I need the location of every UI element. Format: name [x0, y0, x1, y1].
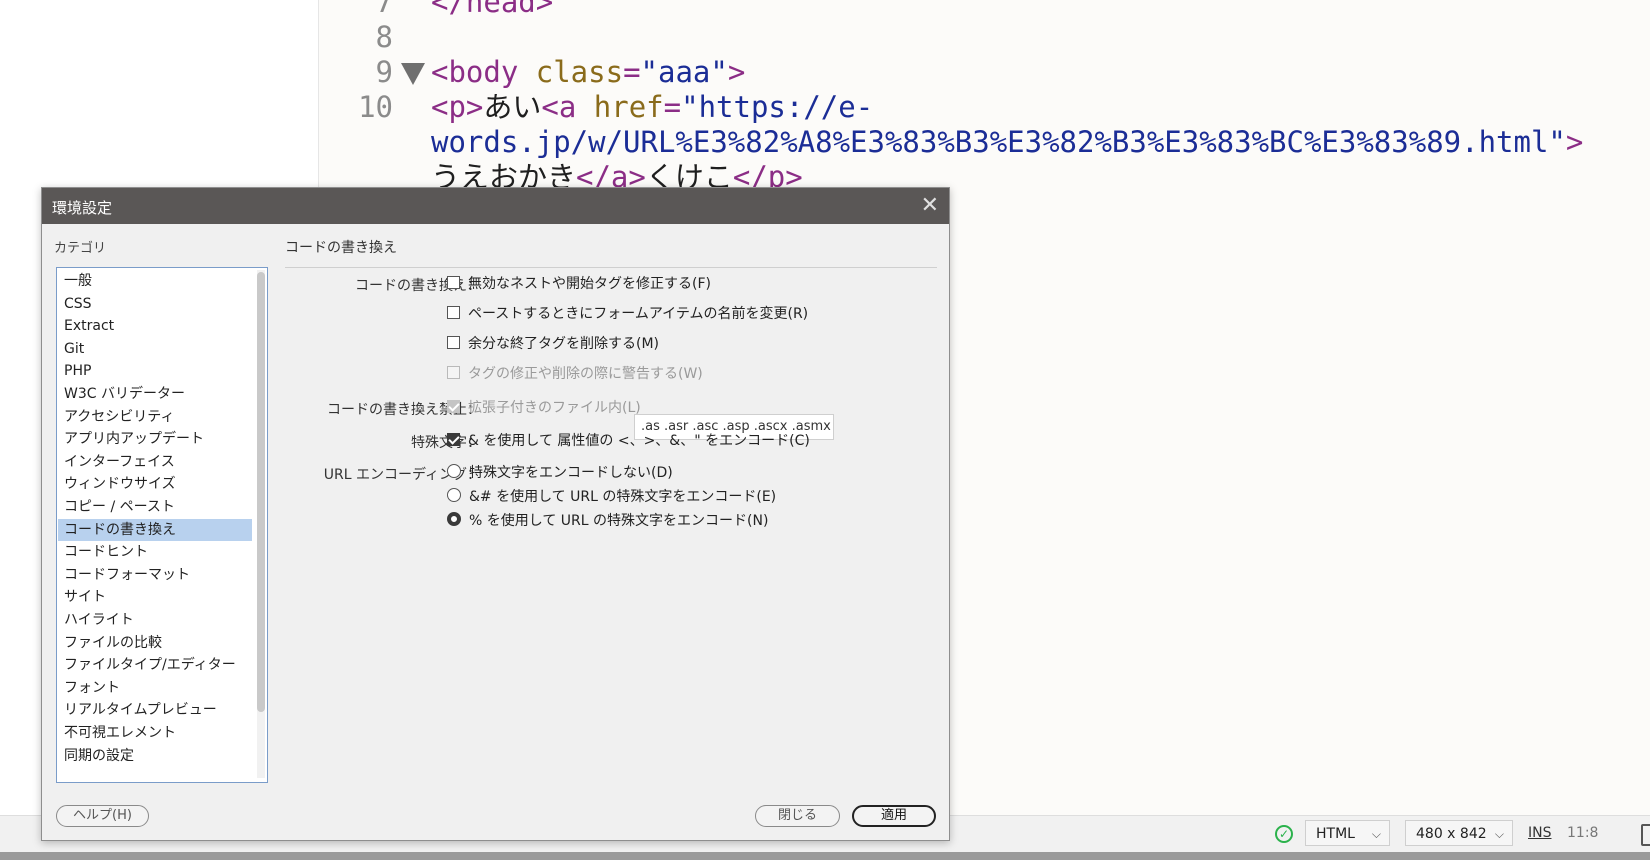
code-text: <p>あい<a href="https://e-: [431, 90, 873, 125]
code-token: >: [1565, 125, 1584, 159]
amp-encode-label: &# を使用して URL の特殊文字をエンコード(E): [469, 489, 777, 505]
chevron-down-icon: ⌵: [1494, 827, 1504, 841]
category-item[interactable]: インターフェイス: [58, 451, 252, 473]
rename-form-option[interactable]: ペーストするときにフォームアイテムの名前を変更(R): [447, 304, 808, 324]
amp-encode-radio[interactable]: [447, 488, 461, 502]
pct-encode-radio[interactable]: [447, 512, 461, 526]
category-item[interactable]: リアルタイムプレビュー: [58, 699, 252, 721]
category-list[interactable]: 一般 CSS Extract Git PHP W3C バリデーター アクセシビリティ アプリ内…: [56, 267, 268, 783]
code-token: "aaa": [640, 55, 728, 89]
category-item[interactable]: ファイルタイプ/エディター: [58, 654, 252, 676]
warn-option: タグの修正や削除の際に警告する(W): [447, 364, 703, 384]
preview-icon[interactable]: [1641, 824, 1650, 846]
line-number: 10: [358, 90, 393, 124]
window-size-value: 480 x 842: [1416, 826, 1487, 842]
category-item[interactable]: PHP: [58, 360, 252, 382]
category-item[interactable]: ファイルの比較: [58, 632, 252, 654]
code-token: words.jp/w/URL%E3%82%A8%E3%83%B3%E3%82%B…: [431, 125, 1566, 159]
category-item[interactable]: コードの書き換え: [58, 518, 252, 541]
bottom-edge: [0, 852, 1650, 860]
category-item[interactable]: 不可視エレメント: [58, 722, 252, 744]
category-scrollbar-thumb[interactable]: [257, 272, 265, 712]
preferences-dialog: 環境設定 ✕ カテゴリ 一般 CSS Extract Git PHP W3C バリデーター…: [41, 187, 950, 841]
code-token: =: [663, 90, 682, 124]
code-token: >: [727, 55, 746, 89]
section-divider: [285, 267, 937, 268]
insert-mode-toggle[interactable]: INS: [1528, 825, 1552, 841]
no-encode-option[interactable]: 特殊文字をエンコードしない(D): [447, 463, 673, 483]
rename-form-checkbox[interactable]: [447, 305, 460, 319]
category-item[interactable]: アクセシビリティ: [58, 406, 252, 428]
category-item[interactable]: 同期の設定: [58, 745, 252, 767]
category-item[interactable]: 一般: [58, 270, 252, 292]
apply-button[interactable]: 適用: [852, 805, 936, 827]
code-text: <body class="aaa">: [431, 55, 745, 90]
code-text: words.jp/w/URL%E3%82%A8%E3%83%B3%E3%82%B…: [431, 125, 1583, 160]
close-button[interactable]: 閉じる: [755, 805, 840, 827]
code-text: </head>: [431, 0, 553, 20]
fix-nesting-checkbox[interactable]: [447, 275, 460, 289]
encode-special-label: & を使用して 属性値の <、>、&、" をエンコード(C): [468, 433, 810, 449]
warn-label: タグの修正や削除の際に警告する(W): [468, 366, 703, 382]
encode-special-checkbox[interactable]: [447, 432, 460, 446]
window-size-select[interactable]: 480 x 842 ⌵: [1405, 820, 1513, 846]
help-button[interactable]: ヘルプ(H): [56, 805, 149, 827]
chevron-down-icon: ⌵: [1371, 827, 1381, 841]
fix-nesting-option[interactable]: 無効なネストや開始タグを修正する(F): [447, 274, 711, 294]
code-token: あい: [483, 90, 542, 124]
category-item[interactable]: W3C バリデーター: [58, 383, 252, 405]
no-encode-label: 特殊文字をエンコードしない(D): [469, 465, 673, 481]
category-item[interactable]: コードフォーマット: [58, 564, 252, 586]
rename-form-label: ペーストするときにフォームアイテムの名前を変更(R): [468, 306, 809, 322]
section-title: コードの書き換え: [285, 240, 397, 256]
check-ok-icon: ✓: [1275, 825, 1293, 843]
warn-checkbox: [447, 365, 460, 379]
code-token: <body: [431, 55, 536, 89]
category-item[interactable]: フォント: [58, 677, 252, 699]
code-token: "https://e-: [681, 90, 874, 124]
category-item[interactable]: サイト: [58, 586, 252, 608]
amp-encode-option[interactable]: &# を使用して URL の特殊文字をエンコード(E): [447, 487, 776, 507]
category-item[interactable]: アプリ内アップデート: [58, 428, 252, 450]
cursor-position: 11:8: [1567, 825, 1599, 841]
code-token: <a: [541, 90, 594, 124]
no-encode-radio[interactable]: [447, 464, 461, 478]
category-item[interactable]: ウィンドウサイズ: [58, 473, 252, 495]
fix-nesting-label: 無効なネストや開始タグを修正する(F): [468, 276, 711, 292]
category-item[interactable]: ハイライト: [58, 609, 252, 631]
ext-files-label: 拡張子付きのファイル内(L): [468, 400, 641, 416]
code-token: </head>: [431, 0, 554, 19]
line-number: 7: [375, 0, 393, 19]
remove-close-tags-checkbox[interactable]: [447, 335, 460, 349]
line-number: 8: [375, 20, 393, 54]
close-icon[interactable]: ✕: [921, 195, 939, 217]
category-item[interactable]: Extract: [58, 315, 252, 337]
dialog-titlebar: 環境設定 ✕: [42, 188, 949, 224]
code-token: href: [593, 90, 664, 124]
encode-special-option[interactable]: & を使用して 属性値の <、>、&、" をエンコード(C): [447, 431, 810, 451]
fold-triangle-icon[interactable]: [401, 63, 425, 85]
remove-close-tags-option[interactable]: 余分な終了タグを削除する(M): [447, 334, 659, 354]
category-item[interactable]: Git: [58, 338, 252, 360]
category-label: カテゴリ: [54, 241, 107, 256]
ext-files-option: 拡張子付きのファイル内(L): [447, 398, 641, 418]
code-token: =: [623, 55, 641, 89]
doc-type-select[interactable]: HTML ⌵: [1305, 820, 1390, 846]
pct-encode-option[interactable]: % を使用して URL の特殊文字をエンコード(N): [447, 511, 768, 531]
pct-encode-label: % を使用して URL の特殊文字をエンコード(N): [469, 513, 769, 529]
category-item[interactable]: コピー / ペースト: [58, 496, 252, 518]
code-token: class: [535, 55, 624, 89]
code-token: <p>: [431, 90, 484, 124]
remove-close-tags-label: 余分な終了タグを削除する(M): [468, 336, 660, 352]
doc-type-value: HTML: [1316, 826, 1355, 842]
category-item[interactable]: CSS: [58, 293, 252, 315]
dialog-title: 環境設定: [52, 199, 113, 217]
ext-files-checkbox: [447, 399, 460, 413]
line-number: 9: [375, 55, 393, 89]
category-item[interactable]: コードヒント: [58, 541, 252, 563]
